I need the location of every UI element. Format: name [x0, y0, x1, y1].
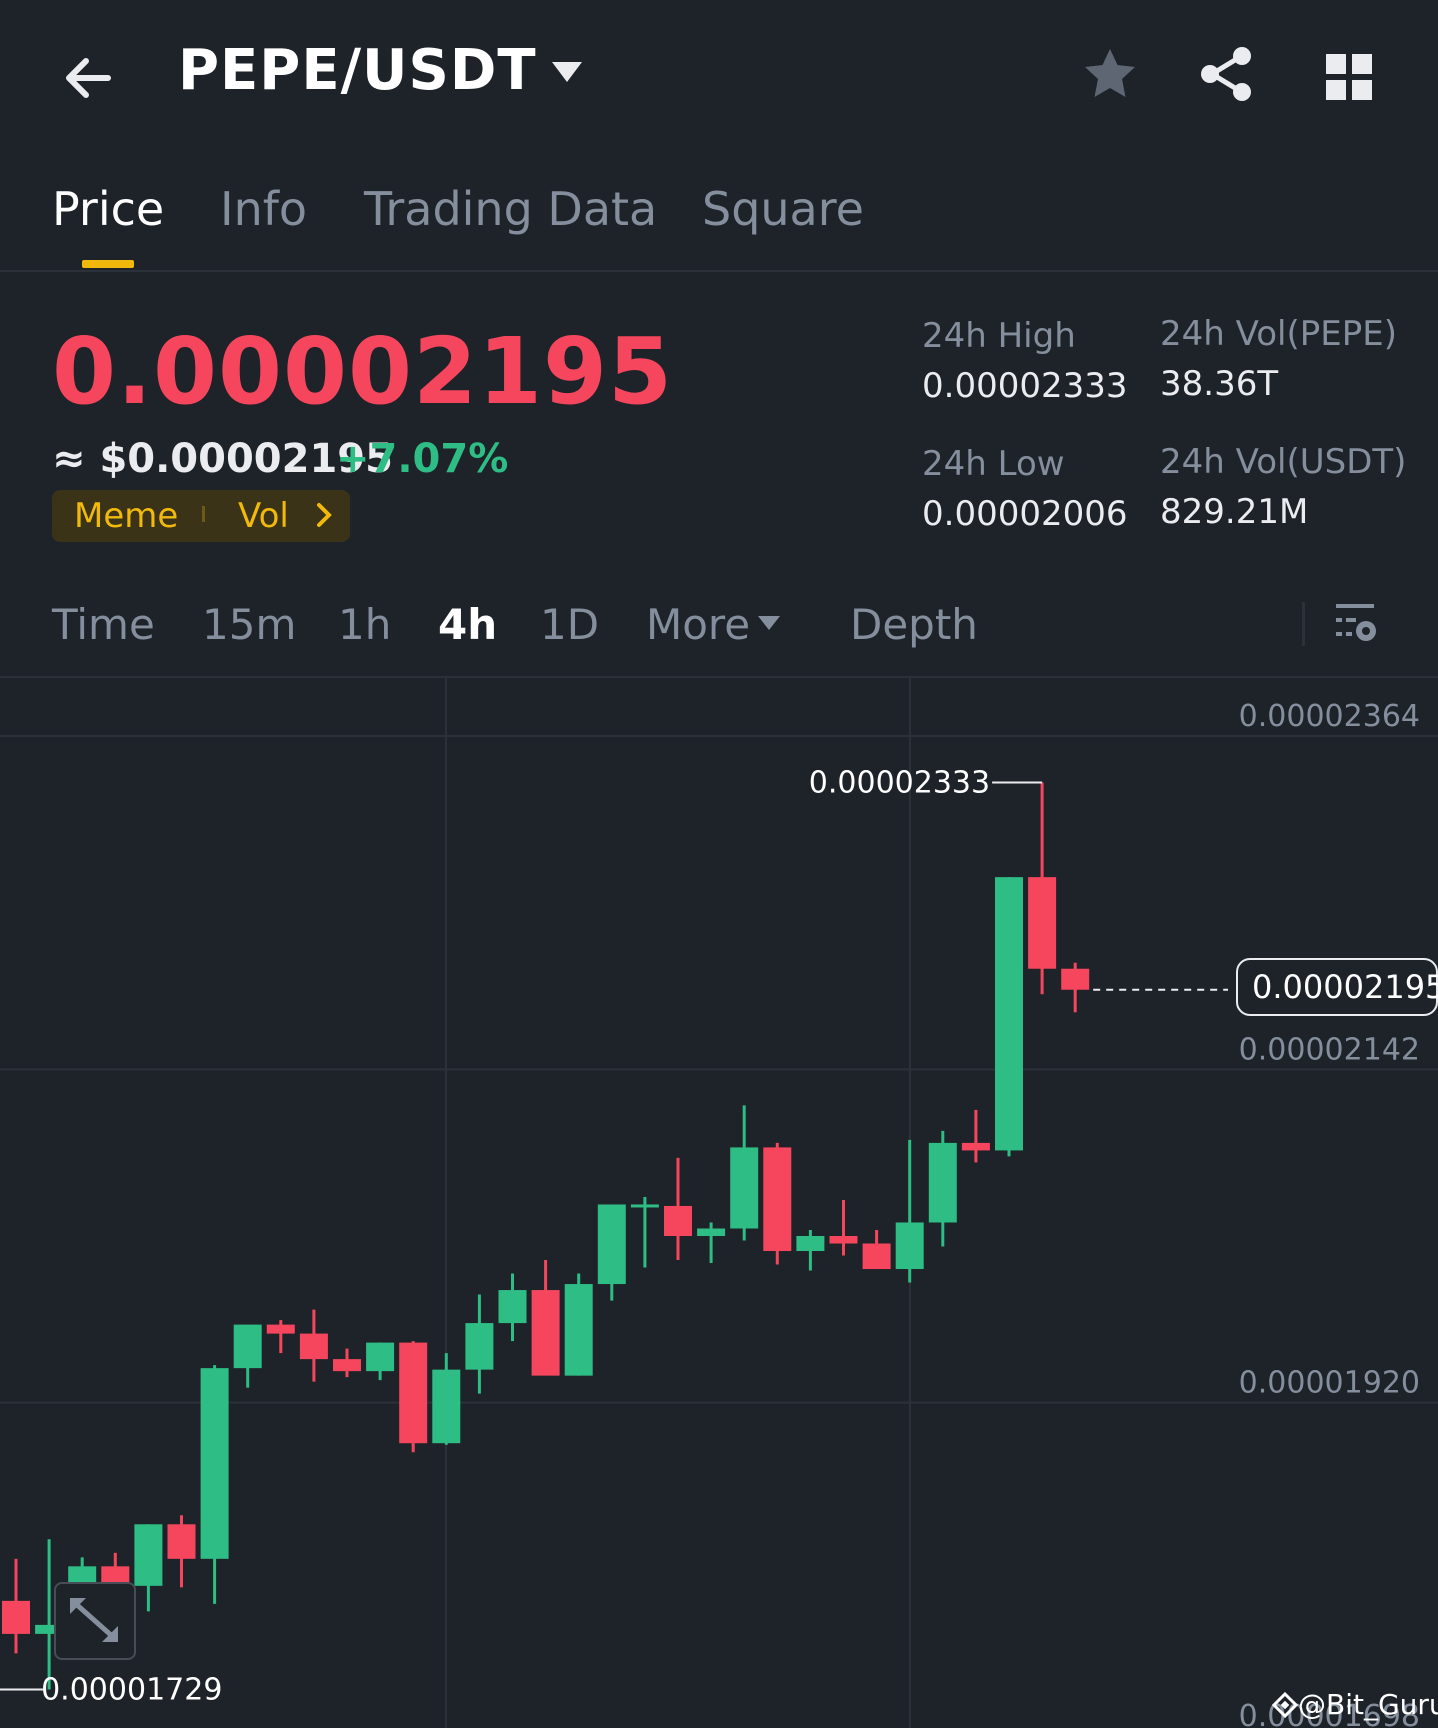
watermark-text: @Bit_Guru: [1298, 1688, 1438, 1721]
y-tick-label: 0.00002364: [1239, 699, 1420, 734]
candle-body-up: [796, 1236, 825, 1252]
candle-body-down: [763, 1147, 792, 1252]
candle-body-up: [498, 1290, 527, 1324]
candle-body-up: [995, 877, 1023, 1151]
candle-body-down: [2, 1600, 30, 1634]
candle-body-down: [862, 1243, 891, 1270]
tab-bar: Price Info Trading Data Square: [0, 170, 1438, 272]
tab-price[interactable]: Price: [52, 182, 164, 236]
tag-vol[interactable]: Vol: [238, 496, 289, 536]
tab-trading-data[interactable]: Trading Data: [364, 182, 657, 236]
y-tick-label: 0.00001920: [1239, 1366, 1420, 1401]
candle-body-up: [366, 1342, 395, 1372]
interval-4h[interactable]: 4h: [438, 600, 497, 649]
tab-square[interactable]: Square: [702, 182, 864, 236]
more-caret-icon[interactable]: [756, 614, 782, 632]
candle-body-down: [333, 1359, 361, 1372]
candle-body-up: [630, 1204, 659, 1208]
active-tab-indicator: [82, 260, 134, 268]
current-price-label: 0.00002195: [1252, 968, 1438, 1006]
candle-body-down: [299, 1333, 328, 1360]
stat-low-value: 0.00002006: [922, 494, 1128, 534]
low-annotation-label: 0.00001729: [41, 1672, 222, 1707]
candle-body-up: [597, 1204, 626, 1285]
candle-body-up: [697, 1228, 726, 1236]
candle-body-up: [895, 1222, 924, 1270]
tag-meme[interactable]: Meme: [74, 496, 178, 536]
interval-1d[interactable]: 1D: [540, 600, 599, 649]
stat-vol-usdt-value: 829.21M: [1160, 492, 1309, 532]
candle-body-down: [664, 1205, 692, 1236]
candle-body-up: [200, 1368, 229, 1559]
stat-high-value: 0.00002333: [922, 366, 1128, 406]
stat-vol-pepe-value: 38.36T: [1160, 364, 1279, 404]
y-tick-label: 0.00002142: [1239, 1032, 1420, 1067]
candle-body-down: [266, 1324, 295, 1334]
candle-body-down: [829, 1236, 858, 1244]
dropdown-caret-icon[interactable]: [550, 60, 584, 84]
star-icon[interactable]: [1080, 44, 1140, 104]
candle-body-down: [1028, 877, 1057, 969]
expand-icon: [70, 1598, 118, 1642]
candle-body-down: [399, 1342, 428, 1444]
candle-body-up: [730, 1147, 759, 1229]
high-annotation-label: 0.00002333: [809, 766, 990, 801]
candle-body-up: [465, 1323, 494, 1370]
tab-info[interactable]: Info: [220, 182, 307, 236]
chevron-right-icon: [317, 503, 332, 527]
candle-body-down: [531, 1290, 560, 1376]
price-change: +7.07%: [336, 436, 509, 482]
candle-body-up: [564, 1284, 593, 1376]
candle-body-up: [233, 1324, 262, 1369]
share-icon[interactable]: [1196, 44, 1256, 104]
candle-body-up: [134, 1524, 163, 1586]
stat-high-label: 24h High: [922, 316, 1076, 356]
pair-title[interactable]: PEPE/USDT: [178, 38, 537, 103]
interval-divider: [1302, 602, 1305, 646]
candle-body-down: [961, 1142, 990, 1151]
chart-settings-icon[interactable]: [1330, 600, 1380, 648]
interval-more[interactable]: More: [646, 600, 750, 649]
interval-15m[interactable]: 15m: [202, 600, 296, 649]
binance-logo-icon: [1272, 1692, 1298, 1718]
interval-time[interactable]: Time: [52, 600, 155, 649]
back-arrow-icon[interactable]: [58, 48, 118, 108]
interval-depth[interactable]: Depth: [850, 600, 978, 649]
candle-body-down: [167, 1524, 196, 1559]
candlestick-chart[interactable]: 0.000023640.000021420.000019200.00001698…: [0, 678, 1438, 1728]
tag-divider: [202, 506, 205, 522]
top-bar: PEPE/USDT: [0, 0, 1438, 150]
candle-body-up: [928, 1142, 957, 1223]
stat-low-label: 24h Low: [922, 444, 1065, 484]
candle-body-down: [1061, 968, 1090, 990]
candle-body-up: [432, 1369, 461, 1444]
grid-menu-icon[interactable]: [1320, 48, 1380, 108]
last-price: 0.00002195: [52, 318, 674, 425]
stat-vol-pepe-label: 24h Vol(PEPE): [1160, 314, 1397, 354]
expand-chart-button[interactable]: [54, 1582, 136, 1660]
interval-1h[interactable]: 1h: [338, 600, 391, 649]
stat-vol-usdt-label: 24h Vol(USDT): [1160, 442, 1407, 482]
